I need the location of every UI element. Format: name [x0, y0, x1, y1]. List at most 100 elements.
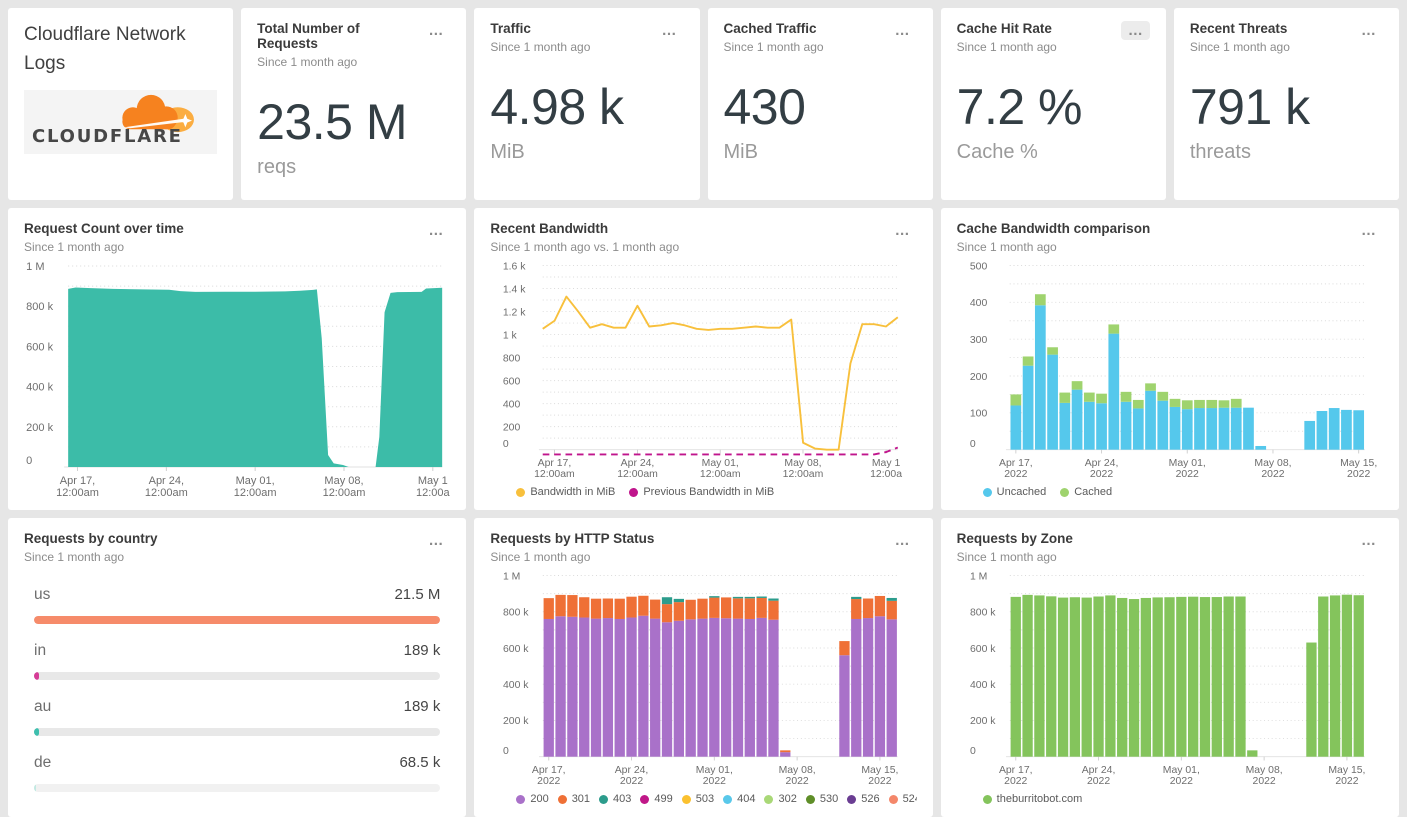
svg-text:Apr 24,: Apr 24, — [621, 458, 655, 469]
svg-text:12:00am: 12:00am — [323, 487, 366, 499]
panel-menu-icon[interactable]: … — [421, 531, 450, 550]
legend-label: Previous Bandwidth in MiB — [643, 486, 775, 498]
panel-subtitle: Since 1 month ago — [257, 55, 358, 69]
country-row: in 189 k — [34, 642, 441, 680]
country-value: 68.5 k — [399, 754, 441, 771]
panel-title: Requests by Zone — [956, 531, 1073, 546]
svg-text:2022: 2022 — [1087, 776, 1110, 787]
stat-unit: reqs — [257, 156, 297, 178]
legend-label: theburritobot.com — [996, 793, 1083, 805]
panel-menu-icon[interactable]: … — [421, 21, 450, 40]
svg-text:200 k: 200 k — [503, 716, 529, 727]
svg-text:May 08,: May 08, — [785, 458, 822, 469]
panel-title: Requests by HTTP Status — [490, 531, 655, 546]
panel-subtitle: Since 1 month ago — [956, 550, 1057, 564]
svg-text:2022: 2022 — [1335, 776, 1358, 787]
legend-item[interactable]: 503 — [681, 793, 714, 805]
panel-requests-by-country: Requests by country Since 1 month ago … … — [8, 518, 467, 817]
svg-text:2022: 2022 — [703, 776, 726, 787]
legend-item[interactable]: 499 — [640, 793, 673, 805]
svg-text:2022: 2022 — [1175, 469, 1198, 480]
stat-unit: MiB — [723, 141, 758, 163]
panel-subtitle: Since 1 month ago — [956, 240, 1057, 254]
svg-text:800 k: 800 k — [503, 608, 529, 619]
legend-item[interactable]: theburritobot.com — [982, 793, 1083, 805]
legend-label: 200 — [530, 793, 549, 805]
legend-item[interactable]: 404 — [723, 793, 755, 805]
panel-title: Request Count over time — [24, 221, 184, 236]
cache-bandwidth-bar-chart: 5004003002001000Apr 17,2022Apr 24,2022Ma… — [970, 261, 1377, 480]
svg-text:800 k: 800 k — [26, 301, 53, 313]
svg-text:0: 0 — [503, 439, 509, 450]
panel-menu-icon[interactable]: … — [421, 221, 450, 240]
legend-item[interactable]: 530 — [805, 793, 838, 805]
legend-item[interactable]: 526 — [847, 793, 880, 805]
svg-text:Apr 24,: Apr 24, — [615, 765, 649, 776]
stat-value: 4.98 k — [490, 79, 624, 135]
svg-text:Apr 24,: Apr 24, — [149, 475, 184, 487]
svg-text:May 08,: May 08, — [1245, 765, 1282, 776]
svg-text:400: 400 — [970, 298, 988, 309]
country-bar-fill — [34, 784, 37, 792]
svg-text:2022: 2022 — [1004, 469, 1027, 480]
legend-item[interactable]: Uncached — [982, 486, 1046, 498]
panel-menu-icon[interactable]: … — [888, 221, 917, 240]
panel-subtitle: Since 1 month ago — [723, 40, 824, 54]
svg-text:400: 400 — [503, 399, 521, 410]
legend-item[interactable]: 301 — [557, 793, 591, 805]
stat-value: 430 — [723, 79, 806, 135]
svg-text:May 01,: May 01, — [702, 458, 739, 469]
legend-color-dot — [640, 794, 650, 804]
svg-text:12:00am: 12:00am — [783, 469, 824, 480]
svg-text:2022: 2022 — [1169, 776, 1192, 787]
country-value: 189 k — [403, 642, 441, 659]
panel-menu-icon[interactable]: … — [1354, 21, 1383, 40]
svg-text:Apr 24,: Apr 24, — [1081, 765, 1115, 776]
svg-text:200: 200 — [970, 372, 988, 383]
svg-text:2022: 2022 — [1252, 776, 1275, 787]
svg-text:May 08,: May 08, — [779, 765, 816, 776]
legend-item[interactable]: 403 — [599, 793, 631, 805]
legend-item[interactable]: Previous Bandwidth in MiB — [629, 486, 774, 498]
legend-item[interactable]: 524 — [888, 793, 917, 805]
country-bar-track — [34, 672, 441, 680]
panel-menu-icon[interactable]: … — [655, 21, 684, 40]
panel-requests-by-zone: Requests by Zone Since 1 month ago … 1 M… — [940, 518, 1399, 817]
panel-title: Traffic — [490, 21, 531, 36]
svg-text:2022: 2022 — [786, 776, 809, 787]
legend-item[interactable]: 200 — [516, 793, 549, 805]
legend-item[interactable]: Bandwidth in MiB — [516, 486, 615, 498]
country-bar-track — [34, 728, 441, 736]
svg-text:2022: 2022 — [1004, 776, 1027, 787]
svg-text:1.6 k: 1.6 k — [503, 261, 526, 272]
legend-label: 526 — [861, 793, 880, 805]
svg-text:May 01,: May 01, — [1162, 765, 1199, 776]
panel-menu-icon[interactable]: … — [1354, 221, 1383, 240]
panel-title: Requests by country — [24, 531, 158, 546]
legend-item[interactable]: 302 — [764, 793, 797, 805]
stat-value: 7.2 % — [956, 79, 1083, 135]
country-code: au — [34, 698, 52, 715]
panel-cached-traffic: Cached Traffic Since 1 month ago … 430 M… — [707, 8, 933, 200]
panel-title: Cache Bandwidth comparison — [956, 221, 1151, 236]
panel-menu-icon[interactable]: … — [1120, 21, 1150, 40]
legend-item[interactable]: Cached — [1060, 486, 1112, 498]
legend-color-dot — [557, 794, 567, 804]
request-count-area-chart: 1 M800 k600 k400 k200 k0Apr 17,12:00amAp… — [26, 261, 450, 499]
panel-title: Cached Traffic — [723, 21, 817, 36]
stat-value: 791 k — [1189, 79, 1310, 135]
svg-text:May 1: May 1 — [872, 458, 901, 469]
svg-text:600 k: 600 k — [503, 644, 529, 655]
svg-text:2022: 2022 — [537, 776, 560, 787]
panel-menu-icon[interactable]: … — [1354, 531, 1383, 550]
panel-menu-icon[interactable]: … — [888, 531, 917, 550]
panel-subtitle: Since 1 month ago vs. 1 month ago — [490, 240, 680, 254]
stat-value: 23.5 M — [257, 94, 408, 150]
country-bar-fill — [34, 728, 39, 736]
country-bar-fill — [34, 616, 441, 624]
panel-subtitle: Since 1 month ago — [24, 240, 125, 254]
svg-text:1.4 k: 1.4 k — [503, 284, 526, 295]
chart-legend: theburritobot.com — [957, 788, 1383, 807]
legend-label: 301 — [571, 793, 591, 805]
panel-menu-icon[interactable]: … — [888, 21, 917, 40]
